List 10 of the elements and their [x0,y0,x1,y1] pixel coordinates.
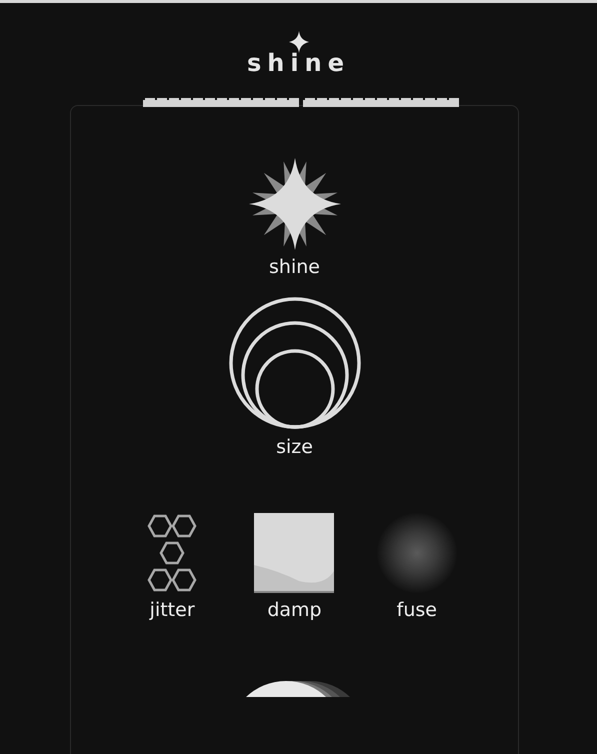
effect-label: size [276,436,313,458]
effect-label: damp [267,599,322,621]
sparkle-icon [288,31,308,53]
logo: shine [247,51,350,75]
effect-label: shine [269,256,320,278]
starburst-icon[interactable] [248,158,340,250]
effect-label: jitter [150,599,195,621]
hexagons-icon[interactable] [145,513,200,593]
effect-label: fuse [396,599,437,621]
nested-circles-icon[interactable] [228,296,362,430]
